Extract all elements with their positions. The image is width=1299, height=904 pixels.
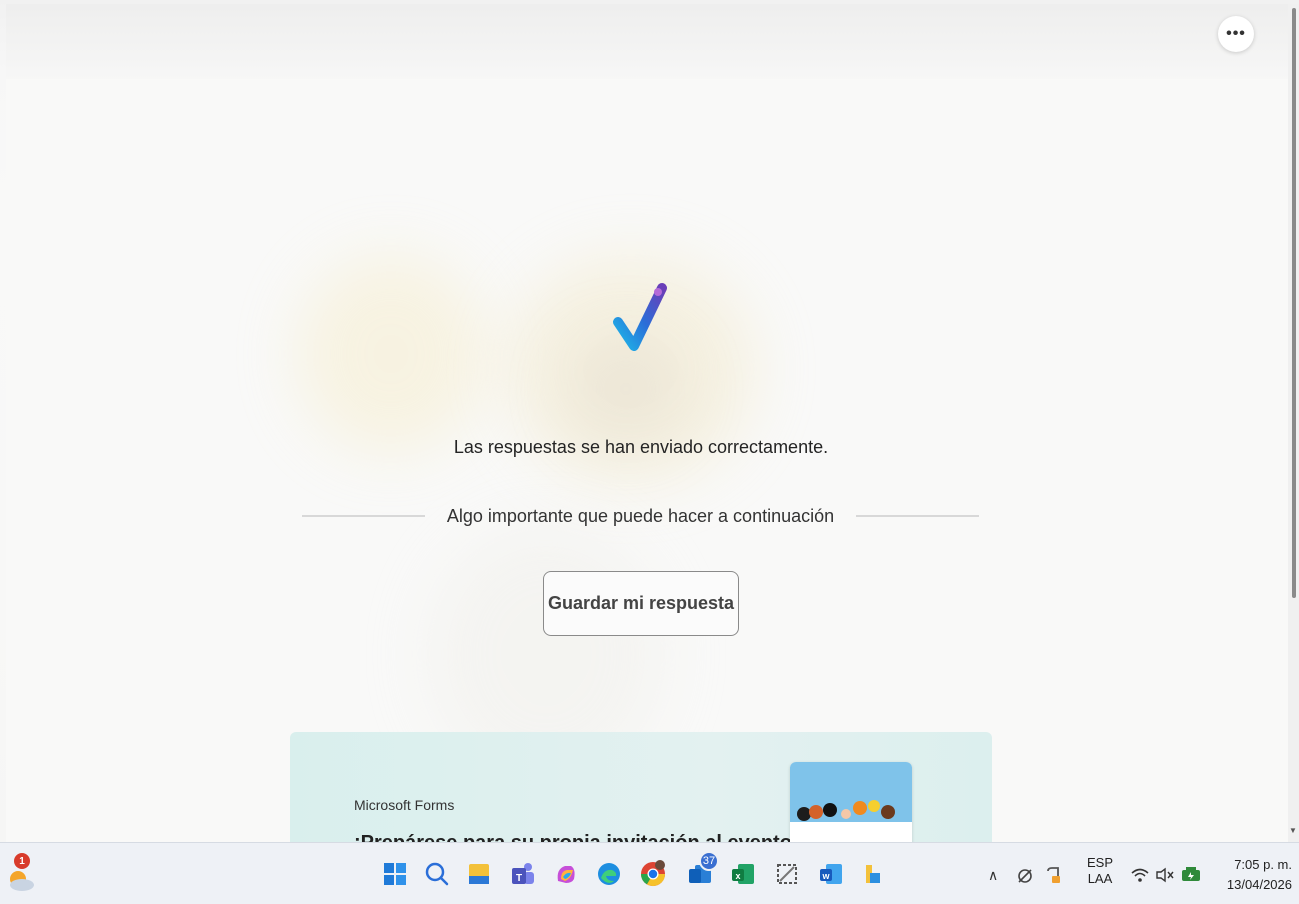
- teams-button[interactable]: T: [508, 859, 538, 889]
- outlook-button[interactable]: 37: [685, 851, 719, 889]
- svg-text:x: x: [735, 871, 740, 881]
- chrome-button[interactable]: [638, 859, 668, 889]
- scroll-down-icon[interactable]: ▼: [1289, 826, 1297, 835]
- show-hidden-icons-icon[interactable]: ∧: [988, 867, 998, 884]
- app-icon: [866, 865, 880, 883]
- background-band: [6, 4, 1292, 79]
- location-off-icon[interactable]: [1016, 867, 1034, 885]
- clock-date: 13/04/2026: [1226, 877, 1292, 892]
- clock-time: 7:05 p. m.: [1234, 857, 1292, 872]
- background-flower: [296, 254, 486, 454]
- save-my-response-button[interactable]: Guardar mi respuesta: [543, 571, 739, 636]
- folder-icon: [469, 864, 489, 884]
- outlook-unread-badge: 37: [699, 851, 719, 871]
- svg-text:w: w: [821, 871, 830, 881]
- weather-widget[interactable]: 1: [6, 853, 36, 893]
- chrome-icon: [641, 860, 665, 887]
- confirmation-message: Las respuestas se han enviado correctame…: [453, 437, 829, 457]
- divider-line-left: [302, 515, 425, 517]
- promo-brand: Microsoft Forms: [354, 797, 455, 813]
- windows-icon: [384, 863, 406, 885]
- system-clock[interactable]: 7:05 p. m. 13/04/2026: [1212, 855, 1292, 895]
- language-code: ESP: [1086, 855, 1113, 870]
- next-step-heading: Algo importante que puede hacer a contin…: [446, 505, 835, 526]
- more-options-button[interactable]: •••: [1218, 16, 1254, 52]
- language-indicator[interactable]: ESP LAA: [1086, 855, 1114, 887]
- file-explorer-button[interactable]: [464, 859, 494, 889]
- word-icon: w: [820, 864, 842, 884]
- start-button[interactable]: [380, 859, 410, 889]
- form-response-page: ••• Las respuestas se han enviado correc…: [6, 4, 1292, 842]
- more-icon: •••: [1226, 25, 1246, 42]
- promo-title: ¡Prepárese para su propia invitación al …: [354, 832, 799, 842]
- battery-charging-icon[interactable]: [1180, 865, 1202, 883]
- taskbar: 1 T 37 x w ∧ ESP LAA 7:05 p. m. 13/04/20…: [0, 842, 1299, 904]
- next-step-divider: Algo importante que puede hacer a contin…: [302, 504, 979, 528]
- search-button[interactable]: [422, 859, 452, 889]
- edge-button[interactable]: [594, 859, 624, 889]
- copilot-icon: [557, 866, 575, 883]
- volume-muted-icon[interactable]: [1155, 867, 1175, 883]
- keyboard-layout: LAA: [1087, 871, 1113, 886]
- weather-badge: 1: [14, 853, 30, 869]
- forms-promo-card[interactable]: Microsoft Forms ¡Prepárese para su propi…: [290, 732, 992, 842]
- promo-illustration: [790, 762, 912, 842]
- copilot-button[interactable]: [551, 859, 581, 889]
- sync-icon[interactable]: [1044, 865, 1064, 885]
- divider-line-right: [856, 515, 979, 517]
- wifi-icon[interactable]: [1130, 867, 1150, 883]
- edge-icon: [598, 863, 620, 885]
- snipping-icon: [777, 864, 797, 884]
- excel-button[interactable]: x: [728, 859, 758, 889]
- search-icon: [425, 862, 449, 886]
- extra-app-button[interactable]: [858, 859, 888, 889]
- scrollbar-thumb[interactable]: [1292, 8, 1296, 598]
- word-button[interactable]: w: [816, 859, 846, 889]
- excel-icon: x: [732, 864, 754, 884]
- browser-page: ••• Las respuestas se han enviado correc…: [0, 0, 1299, 842]
- teams-icon: T: [512, 863, 534, 884]
- svg-text:T: T: [516, 873, 522, 884]
- success-check-icon: [613, 283, 667, 351]
- snipping-tool-button[interactable]: [772, 859, 802, 889]
